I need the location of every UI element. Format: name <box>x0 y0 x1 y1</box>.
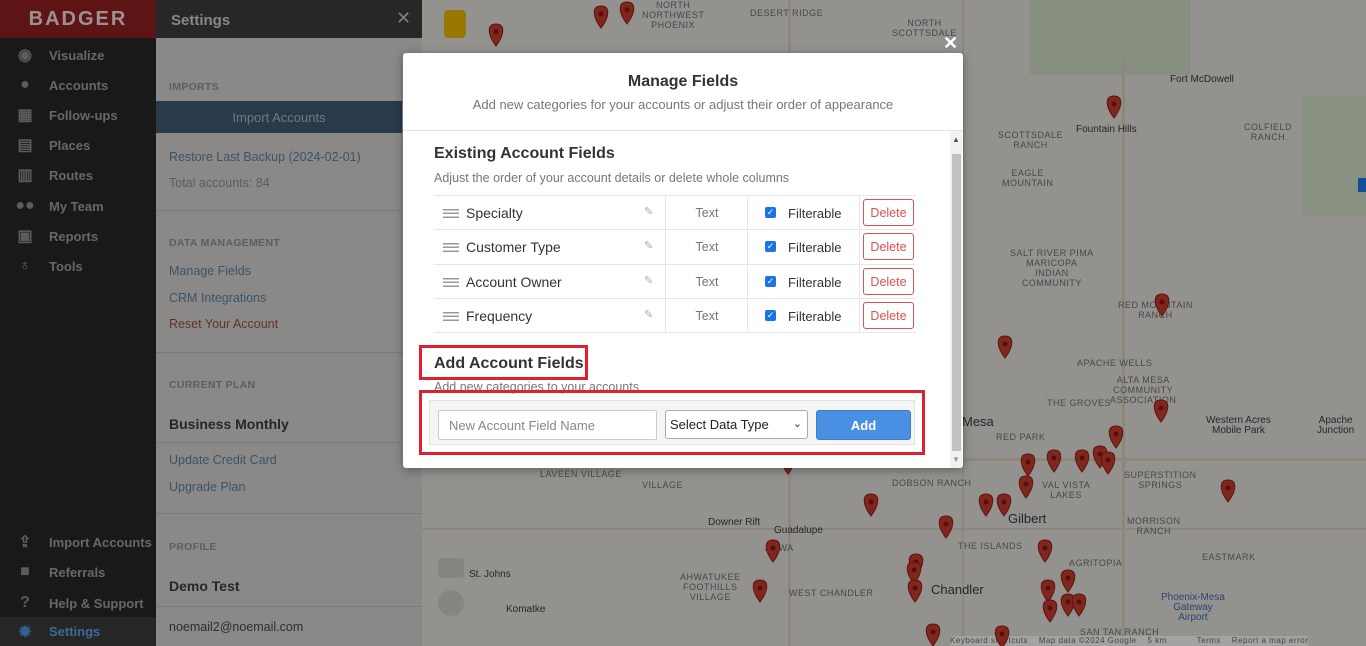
modal-subtitle: Add new categories for your accounts or … <box>472 97 894 112</box>
filterable-label: Filterable <box>788 309 842 324</box>
divider <box>859 196 860 230</box>
delete-field-button[interactable]: Delete <box>863 233 914 260</box>
field-name: Customer Type <box>466 239 561 255</box>
field-type: Text <box>695 275 719 289</box>
highlight-box <box>419 345 588 380</box>
field-name: Specialty <box>466 205 523 221</box>
divider <box>747 196 748 230</box>
field-row: Specialty ✎ Text ✓ Filterable Delete <box>434 195 916 230</box>
modal-title: Manage Fields <box>627 73 739 90</box>
existing-fields-title: Existing Account Fields <box>434 145 615 162</box>
filterable-label: Filterable <box>788 275 842 290</box>
divider <box>747 265 748 299</box>
drag-handle-icon[interactable] <box>443 243 459 252</box>
scrollbar-thumb[interactable] <box>952 154 961 451</box>
field-row: Customer Type ✎ Text ✓ Filterable Delete <box>434 229 916 264</box>
divider <box>434 332 916 333</box>
divider <box>747 299 748 333</box>
pencil-icon[interactable]: ✎ <box>644 239 653 252</box>
delete-field-button[interactable]: Delete <box>863 302 914 329</box>
pencil-icon[interactable]: ✎ <box>644 308 653 321</box>
scroll-up-arrow-icon[interactable]: ▲ <box>952 135 960 144</box>
field-name: Account Owner <box>466 274 562 290</box>
drag-handle-icon[interactable] <box>443 278 459 287</box>
drag-handle-icon[interactable] <box>443 209 459 218</box>
highlight-box <box>419 390 925 455</box>
divider <box>747 230 748 264</box>
manage-fields-modal: Manage Fields Add new categories for you… <box>403 53 963 468</box>
divider <box>403 130 963 131</box>
pencil-icon[interactable]: ✎ <box>644 205 653 218</box>
divider <box>859 230 860 264</box>
pencil-icon[interactable]: ✎ <box>644 274 653 287</box>
filterable-checkbox[interactable]: ✓ <box>765 310 776 321</box>
scroll-down-arrow-icon[interactable]: ▼ <box>952 455 960 464</box>
field-row: Account Owner ✎ Text ✓ Filterable Delete <box>434 264 916 299</box>
divider <box>859 299 860 333</box>
drag-handle-icon[interactable] <box>443 312 459 321</box>
filterable-checkbox[interactable]: ✓ <box>765 207 776 218</box>
field-name: Frequency <box>466 308 533 324</box>
close-icon[interactable]: ✕ <box>943 33 958 54</box>
filterable-label: Filterable <box>788 240 842 255</box>
filterable-checkbox[interactable]: ✓ <box>765 241 776 252</box>
divider <box>859 265 860 299</box>
delete-field-button[interactable]: Delete <box>863 268 914 295</box>
filterable-checkbox[interactable]: ✓ <box>765 276 776 287</box>
field-type: Text <box>695 240 719 254</box>
field-row: Frequency ✎ Text ✓ Filterable Delete <box>434 298 916 333</box>
filterable-label: Filterable <box>788 206 842 221</box>
existing-fields-subtitle: Adjust the order of your account details… <box>434 171 790 185</box>
field-type: Text <box>695 206 719 220</box>
field-type: Text <box>695 309 719 323</box>
delete-field-button[interactable]: Delete <box>863 199 914 226</box>
